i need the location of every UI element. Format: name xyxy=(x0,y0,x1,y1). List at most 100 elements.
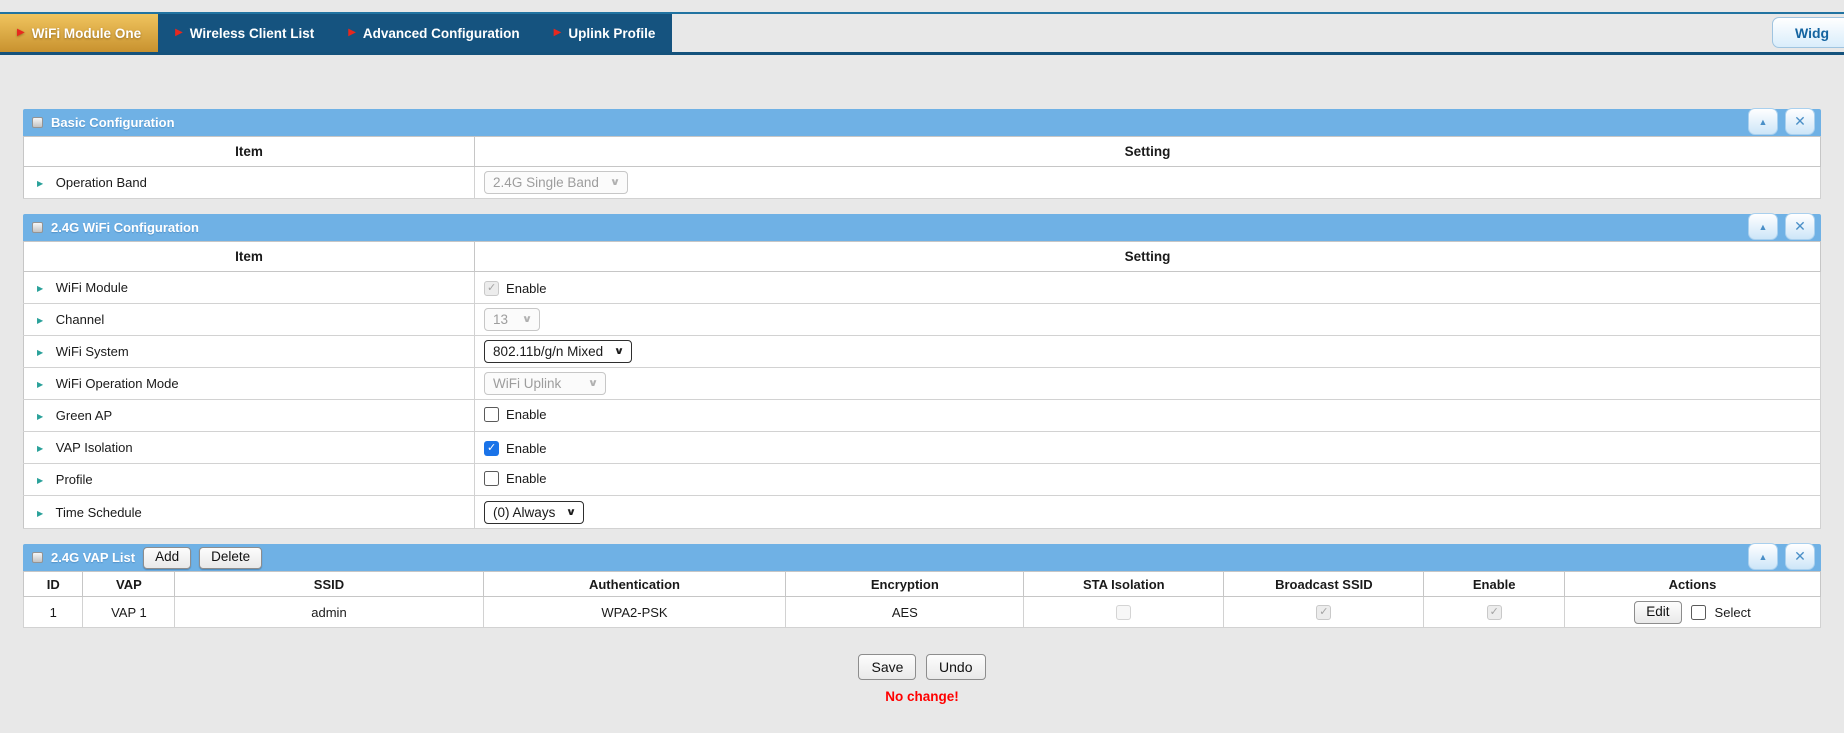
table-row: ▶ Operation Band 2.4G Single Band ∨ xyxy=(24,167,1821,199)
column-header-setting: Setting xyxy=(475,242,1821,272)
row-label-vap-isolation: VAP Isolation xyxy=(56,440,133,455)
select-value: (0) Always xyxy=(493,505,555,520)
section-square-icon xyxy=(32,552,43,563)
table-row: ▶ Green AP Enable xyxy=(24,400,1821,432)
row-label-operation-band: Operation Band xyxy=(56,175,147,190)
checkbox-label: Enable xyxy=(506,281,546,296)
vap-list-table: ID VAP SSID Authentication Encryption ST… xyxy=(23,571,1821,628)
table-row: ▶ WiFi Module ✓ Enable xyxy=(24,272,1821,304)
row-bullet-icon: ▶ xyxy=(37,284,43,293)
tab-arrow-icon: ▶ xyxy=(348,28,356,38)
tab-uplink-profile[interactable]: ▶ Uplink Profile xyxy=(537,14,673,52)
close-section-button[interactable]: ✕ xyxy=(1785,213,1815,240)
column-header-sta-isolation: STA Isolation xyxy=(1024,572,1224,597)
column-header-enable: Enable xyxy=(1424,572,1565,597)
tab-label: Advanced Configuration xyxy=(363,26,520,41)
column-header-item: Item xyxy=(24,242,475,272)
checkbox-label: Enable xyxy=(506,407,546,422)
row-label-green-ap: Green AP xyxy=(56,408,112,423)
cell-id: 1 xyxy=(24,597,83,628)
section-vap-list: 2.4G VAP List Add Delete ▲ ✕ ID VAP SSID… xyxy=(23,544,1821,628)
tab-label: Uplink Profile xyxy=(568,26,655,41)
close-icon: ✕ xyxy=(1794,113,1806,130)
undo-button[interactable]: Undo xyxy=(926,654,985,680)
close-section-button[interactable]: ✕ xyxy=(1785,108,1815,135)
chevron-down-icon: ∨ xyxy=(566,507,577,518)
save-button[interactable]: Save xyxy=(858,654,916,680)
table-row: ▶ WiFi System 802.11b/g/n Mixed ∨ xyxy=(24,336,1821,368)
channel-select[interactable]: 13 ∨ xyxy=(484,308,540,331)
widget-button[interactable]: Widg xyxy=(1772,17,1844,48)
green-ap-enable-checkbox[interactable] xyxy=(484,407,499,422)
select-value: 2.4G Single Band xyxy=(493,175,599,190)
tab-arrow-icon: ▶ xyxy=(554,28,562,38)
chevron-down-icon: ∨ xyxy=(522,314,533,325)
select-value: 802.11b/g/n Mixed xyxy=(493,344,603,359)
section-header-vap-list: 2.4G VAP List Add Delete ▲ ✕ xyxy=(23,544,1821,571)
status-message: No change! xyxy=(23,689,1821,704)
main-content: Basic Configuration ▲ ✕ Item Setting ▶ O… xyxy=(23,109,1821,704)
select-value: WiFi Uplink xyxy=(493,376,561,391)
checkbox-label: Enable xyxy=(506,441,546,456)
column-header-actions: Actions xyxy=(1564,572,1820,597)
column-header-setting: Setting xyxy=(475,137,1821,167)
row-bullet-icon: ▶ xyxy=(37,476,43,485)
collapse-section-button[interactable]: ▲ xyxy=(1748,213,1778,240)
row-bullet-icon: ▶ xyxy=(37,348,43,357)
column-header-vap: VAP xyxy=(83,572,175,597)
row-label-wifi-module: WiFi Module xyxy=(56,280,128,295)
footer-actions: Save Undo xyxy=(23,654,1821,680)
tab-wifi-module-one[interactable]: ▶ WiFi Module One xyxy=(0,14,158,52)
sta-isolation-checkbox[interactable] xyxy=(1116,605,1131,620)
vap-enable-checkbox[interactable]: ✓ xyxy=(1487,605,1502,620)
tab-advanced-configuration[interactable]: ▶ Advanced Configuration xyxy=(331,14,536,52)
delete-vap-button[interactable]: Delete xyxy=(199,547,262,569)
top-navigation-bar: ▶ WiFi Module One ▶ Wireless Client List… xyxy=(0,12,1844,55)
checkmark-icon: ✓ xyxy=(487,283,496,294)
cell-encryption: AES xyxy=(786,597,1024,628)
row-bullet-icon: ▶ xyxy=(37,444,43,453)
row-label-time-schedule: Time Schedule xyxy=(56,505,142,520)
section-header-wifi-configuration: 2.4G WiFi Configuration ▲ ✕ xyxy=(23,214,1821,241)
row-label-channel: Channel xyxy=(56,312,104,327)
section-square-icon xyxy=(32,222,43,233)
collapse-icon: ▲ xyxy=(1759,222,1768,232)
close-icon: ✕ xyxy=(1794,218,1806,235)
add-vap-button[interactable]: Add xyxy=(143,547,191,569)
profile-enable-checkbox[interactable] xyxy=(484,471,499,486)
collapse-section-button[interactable]: ▲ xyxy=(1748,108,1778,135)
wifi-system-select[interactable]: 802.11b/g/n Mixed ∨ xyxy=(484,340,632,363)
tab-arrow-icon: ▶ xyxy=(175,28,183,38)
section-title: Basic Configuration xyxy=(51,115,175,130)
collapse-section-button[interactable]: ▲ xyxy=(1748,543,1778,570)
wifi-configuration-table: Item Setting ▶ WiFi Module ✓ Enable ▶ xyxy=(23,241,1821,529)
wifi-module-enable-checkbox[interactable]: ✓ xyxy=(484,281,499,296)
time-schedule-select[interactable]: (0) Always ∨ xyxy=(484,501,584,524)
tab-label: WiFi Module One xyxy=(32,26,141,41)
edit-vap-button[interactable]: Edit xyxy=(1634,601,1681,624)
row-bullet-icon: ▶ xyxy=(37,509,43,518)
collapse-icon: ▲ xyxy=(1759,552,1768,562)
vap-isolation-enable-checkbox[interactable]: ✓ xyxy=(484,441,499,456)
section-wifi-configuration: 2.4G WiFi Configuration ▲ ✕ Item Setting… xyxy=(23,214,1821,529)
broadcast-ssid-checkbox[interactable]: ✓ xyxy=(1316,605,1331,620)
nav-tabs: ▶ WiFi Module One ▶ Wireless Client List… xyxy=(0,14,672,52)
chevron-down-icon: ∨ xyxy=(610,177,621,188)
table-row: ▶ Time Schedule (0) Always ∨ xyxy=(24,496,1821,529)
operation-band-select[interactable]: 2.4G Single Band ∨ xyxy=(484,171,628,194)
checkmark-icon: ✓ xyxy=(487,443,496,454)
tab-arrow-icon: ▶ xyxy=(17,28,25,38)
tab-wireless-client-list[interactable]: ▶ Wireless Client List xyxy=(158,14,331,52)
table-row: ▶ Channel 13 ∨ xyxy=(24,304,1821,336)
wifi-operation-mode-select[interactable]: WiFi Uplink ∨ xyxy=(484,372,606,395)
column-header-item: Item xyxy=(24,137,475,167)
tab-label: Wireless Client List xyxy=(190,26,314,41)
select-vap-checkbox[interactable] xyxy=(1691,605,1706,620)
column-header-encryption: Encryption xyxy=(786,572,1024,597)
row-bullet-icon: ▶ xyxy=(37,380,43,389)
section-header-basic-configuration: Basic Configuration ▲ ✕ xyxy=(23,109,1821,136)
close-icon: ✕ xyxy=(1794,548,1806,565)
close-section-button[interactable]: ✕ xyxy=(1785,543,1815,570)
cell-authentication: WPA2-PSK xyxy=(483,597,786,628)
table-row: ▶ WiFi Operation Mode WiFi Uplink ∨ xyxy=(24,368,1821,400)
